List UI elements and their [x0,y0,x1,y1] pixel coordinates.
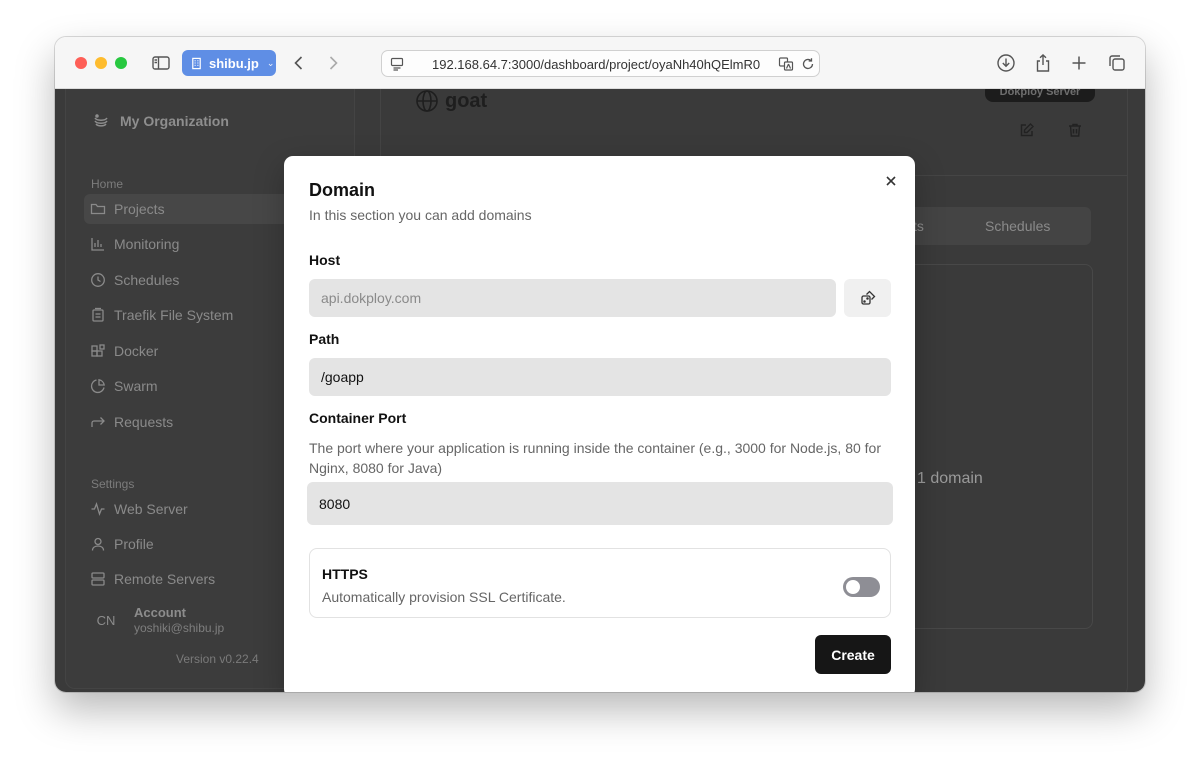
reload-icon[interactable] [800,56,816,72]
address-bar[interactable]: 192.168.64.7:3000/dashboard/project/oyaN… [381,50,820,77]
sidebar-item-label: Remote Servers [114,571,216,587]
close-window-button[interactable] [75,57,87,69]
sidebar-item-label: Monitoring [114,236,180,252]
translate-icon[interactable] [778,56,794,72]
server-badge: Dokploy Server [985,89,1095,102]
https-toggle[interactable] [843,577,880,597]
nav-section-home: Home [91,177,124,191]
close-icon[interactable] [882,172,900,190]
https-label: HTTPS [322,566,368,582]
account-label: Account [134,605,186,620]
port-help-text: The port where your application is runni… [309,440,881,476]
bar-chart-icon [91,238,104,251]
generate-domain-button[interactable] [844,279,891,317]
org-logo-icon [94,114,108,127]
pie-chart-icon [90,379,105,394]
tab-overview-icon[interactable] [1107,53,1127,73]
account-email: yoshiki@shibu.jp [134,621,225,635]
dice-icon [860,290,875,305]
sidebar-item-label: Profile [114,536,154,552]
https-description: Automatically provision SSL Certificate. [322,589,566,605]
edit-icon[interactable] [1019,122,1035,138]
globe-icon [416,90,438,112]
https-setting: HTTPS Automatically provision SSL Certif… [309,548,891,618]
sidebar-item-label: Swarm [114,378,158,394]
account-menu[interactable]: CN Account yoshiki@shibu.jp [92,605,225,635]
sidebar-toggle-icon[interactable] [151,53,171,73]
project-name: goat [445,89,488,112]
sidebar-item-label: Traefik File System [114,307,234,323]
page-settings-icon[interactable] [389,56,405,72]
forward-icon[interactable] [323,53,343,73]
back-icon[interactable] [289,53,309,73]
org-name: My Organization [120,113,229,129]
domain-count: 1 domain [917,470,983,487]
domain-dialog: Domain In this section you can add domai… [284,156,915,692]
downloads-icon[interactable] [996,53,1016,73]
port-input[interactable] [307,482,893,525]
sidebar-item-label: Projects [114,201,165,217]
host-input[interactable] [309,279,836,317]
url-text: 192.168.64.7:3000/dashboard/project/oyaN… [432,57,761,72]
page-title: goat [415,89,487,113]
toggle-knob [846,580,860,594]
sidebar-item-label: Requests [114,414,174,430]
clock-icon [91,273,105,287]
user-icon [91,537,105,551]
domains-panel [905,264,1093,629]
share-icon[interactable] [1033,53,1053,73]
browser-toolbar: shibu.jp ⌄ 192.168.64.7:3000/dashboard/p… [55,37,1145,89]
avatar: CN [96,612,116,628]
version-label: Version v0.22.4 [176,652,259,666]
nav-section-settings: Settings [91,477,135,491]
org-switcher[interactable]: My Organization [92,112,229,130]
tab-group-button[interactable]: shibu.jp ⌄ [182,50,276,76]
sidebar-item-label: Web Server [114,501,188,517]
tab-schedules[interactable]: Schedules [985,218,1050,234]
path-input[interactable] [309,358,891,396]
sidebar-item-label: Schedules [114,272,180,288]
trash-icon[interactable] [1067,122,1083,138]
create-button[interactable]: Create [815,635,891,674]
arrow-right-icon [91,417,105,427]
tab-group-label: shibu.jp [209,55,259,71]
building-icon [192,57,201,69]
activity-icon [91,502,105,516]
minimize-window-button[interactable] [95,57,107,69]
folder-icon [90,203,106,215]
port-label: Container Port [309,410,407,426]
file-system-icon [92,307,104,322]
sidebar-item-label: Docker [114,343,159,359]
blocks-icon [91,344,105,357]
host-label: Host [309,252,341,268]
server-icon [91,572,105,586]
chevron-down-icon: ⌄ [266,57,275,68]
page-content: My Organization Home Projects Monitoring… [55,89,1145,692]
new-tab-icon[interactable] [1069,53,1089,73]
dialog-description: In this section you can add domains [309,207,532,223]
path-label: Path [309,331,340,347]
zoom-window-button[interactable] [115,57,127,69]
dialog-title: Domain [309,180,376,200]
browser-window: shibu.jp ⌄ 192.168.64.7:3000/dashboard/p… [55,37,1145,692]
